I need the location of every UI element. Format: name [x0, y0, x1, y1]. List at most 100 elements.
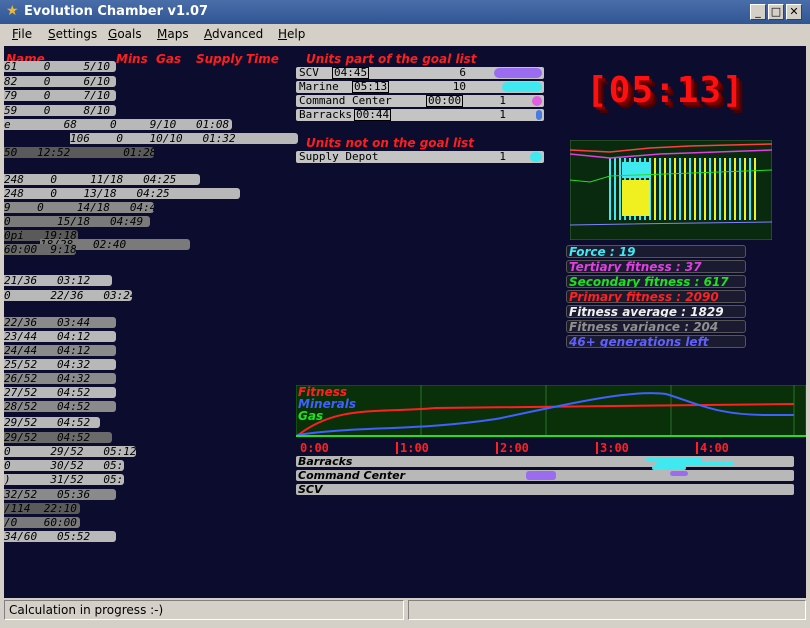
build-order-row[interactable]: /114 22:10 [4, 503, 80, 514]
stat-row: Secondary fitness : 617 [566, 275, 746, 288]
build-order-row[interactable]: 29/52 04:52 [4, 417, 100, 428]
goal-unit-count: 6 [459, 66, 466, 79]
goal-unit-progress [502, 82, 542, 92]
status-bar: Calculation in progress :-) [0, 598, 810, 628]
build-order-row[interactable]: 29/52 04:52 [4, 432, 112, 443]
app-star-icon: ★ [6, 3, 19, 19]
build-order-row[interactable]: 25/52 04:32 [4, 359, 116, 370]
build-order-row[interactable]: 9 0 14/18 04:49 [4, 202, 154, 213]
goal-unit-count: 1 [499, 108, 506, 121]
title-bar[interactable]: ★ Evolution Chamber v1.07 _ □ ✕ [0, 0, 810, 24]
goal-list-header: Units part of the goal list [306, 52, 477, 66]
timeline-tick-mark [696, 442, 698, 454]
build-order-row[interactable]: 106 0 10/10 01:32 [70, 133, 298, 144]
timeline-tick-mark [396, 442, 398, 454]
build-order-row[interactable]: 22/36 03:44 [4, 317, 116, 328]
fitness-evolution-graph [570, 140, 772, 240]
menu-settings[interactable]: Settings [48, 27, 97, 41]
build-order-row[interactable]: 82 0 6/10 00:28 [4, 76, 116, 87]
build-order-row[interactable]: 59 0 8/10 00:52 [4, 105, 116, 116]
menu-maps[interactable]: Maps [157, 27, 189, 41]
timeline-lane-label: SCV [298, 483, 323, 496]
build-order-row[interactable]: e 68 0 9/10 01:08 [4, 119, 232, 130]
timeline-tick-mark [496, 442, 498, 454]
menu-file[interactable]: File [12, 27, 32, 41]
timeline-tick-label: 2:00 [500, 441, 529, 455]
build-order-row[interactable]: 0 15/18 04:49 [4, 216, 150, 227]
goal-unit-time: 04:45 [332, 66, 370, 79]
goal-unit-name: Command Center [299, 94, 392, 107]
build-order-row[interactable]: 23/44 04:12 [4, 331, 116, 342]
goal-unit-progress [532, 96, 542, 106]
build-order-row[interactable]: 34/60 05:52 [4, 531, 116, 542]
goal-unit-name: SCV [299, 66, 319, 79]
minimize-button[interactable]: _ [750, 4, 766, 20]
menu-help[interactable]: Help [278, 27, 305, 41]
goal-unit-time: 00:00 [426, 94, 464, 107]
timeline-lane[interactable]: SCV [296, 483, 794, 496]
goal-unit-time: 00:44 [354, 108, 392, 121]
window-title: Evolution Chamber v1.07 [24, 4, 209, 19]
maximize-button[interactable]: □ [768, 4, 784, 20]
goal-unit-name: Marine [299, 80, 339, 93]
build-order-row[interactable]: 21/36 03:12 [4, 275, 112, 286]
build-order-row[interactable]: 0 29/52 05:12 [4, 446, 136, 457]
timeline-tick-mark [596, 442, 598, 454]
goal-unit-row[interactable]: SCV 04:45 6 [296, 67, 544, 79]
close-button[interactable]: ✕ [786, 4, 802, 20]
timeline-build-segment[interactable] [526, 471, 556, 480]
build-order-row[interactable]: 27/52 04:52 [4, 387, 116, 398]
timeline-lane[interactable]: Barracks [296, 455, 794, 470]
timeline-build-segment[interactable] [670, 471, 688, 476]
build-order-row[interactable]: 26/52 04:32 [4, 373, 116, 384]
stat-row: 46+ generations left [566, 335, 746, 348]
goal-unit-row[interactable]: Barracks 00:44 1 [296, 109, 544, 121]
timeline-lane-label: Command Center [298, 469, 406, 482]
status-message: Calculation in progress :-) [4, 600, 404, 620]
build-order-row[interactable]: 0 22/36 03:24 [4, 290, 132, 301]
stat-row: Primary fitness : 2090 [566, 290, 746, 303]
build-header-supply: Supply [196, 52, 243, 66]
build-order-row[interactable]: ) 31/52 05:16 [4, 474, 124, 485]
legend-gas: Gas [298, 409, 323, 423]
status-pane-empty [408, 600, 806, 620]
fitness-block [622, 180, 650, 216]
goal-unit-count: 10 [452, 80, 466, 93]
non-goal-unit-row[interactable]: Supply Depot 1 [296, 151, 544, 163]
timeline-lane-label: Barracks [298, 455, 353, 468]
build-order-row[interactable]: 32/52 05:36 [4, 489, 116, 500]
non-goal-unit-name: Supply Depot [299, 150, 379, 163]
goal-unit-row[interactable]: Marine 05:13 10 [296, 81, 544, 93]
menu-bar: File Settings Goals Maps Advanced Help [0, 24, 810, 46]
build-order-row[interactable]: /0 60:00 [4, 517, 80, 528]
build-order-row[interactable]: 248 0 11/18 04:25 [4, 174, 200, 185]
goal-unit-name: Barracks [299, 108, 352, 121]
build-order-row[interactable]: 0 30/52 05:16 [4, 460, 124, 471]
main-canvas: Name Mins Gas Supply Time 61 0 5/10 00:0… [4, 46, 806, 598]
goal-unit-row[interactable]: Command Center 00:00 1 [296, 95, 544, 107]
build-order-row[interactable]: 60:00 9:18 [4, 244, 76, 255]
timeline-tick-label: 3:00 [600, 441, 629, 455]
build-order-row[interactable]: 28/52 04:52 [4, 401, 116, 412]
timeline-lane[interactable]: Command Center [296, 469, 794, 482]
menu-goals[interactable]: Goals [108, 27, 142, 41]
build-order-row[interactable]: 79 0 7/10 00:44 [4, 90, 116, 101]
goal-unit-time: 05:13 [352, 80, 390, 93]
timeline-tick-label: 1:00 [400, 441, 429, 455]
goal-unit-progress [536, 110, 542, 120]
build-order-row[interactable]: 61 0 5/10 00:04 [4, 61, 116, 72]
non-goal-header: Units not on the goal list [306, 136, 475, 150]
stat-row: Fitness average : 1829 [566, 305, 746, 318]
resource-chart: Fitness Minerals Gas [296, 385, 806, 437]
goal-unit-progress [494, 68, 542, 78]
game-clock: [05:13] [586, 70, 745, 111]
non-goal-unit-progress [530, 152, 542, 162]
non-goal-unit-count: 1 [499, 150, 506, 163]
build-header-time: Time [246, 52, 279, 66]
menu-advanced[interactable]: Advanced [204, 27, 263, 41]
build-order-row[interactable]: 248 0 13/18 04:25 [4, 188, 240, 199]
build-header-gas: Gas [156, 52, 182, 66]
build-order-row[interactable]: 50 12:52 01:28 [4, 147, 154, 158]
stat-row: Force : 19 [566, 245, 746, 258]
build-order-row[interactable]: 24/44 04:12 [4, 345, 116, 356]
